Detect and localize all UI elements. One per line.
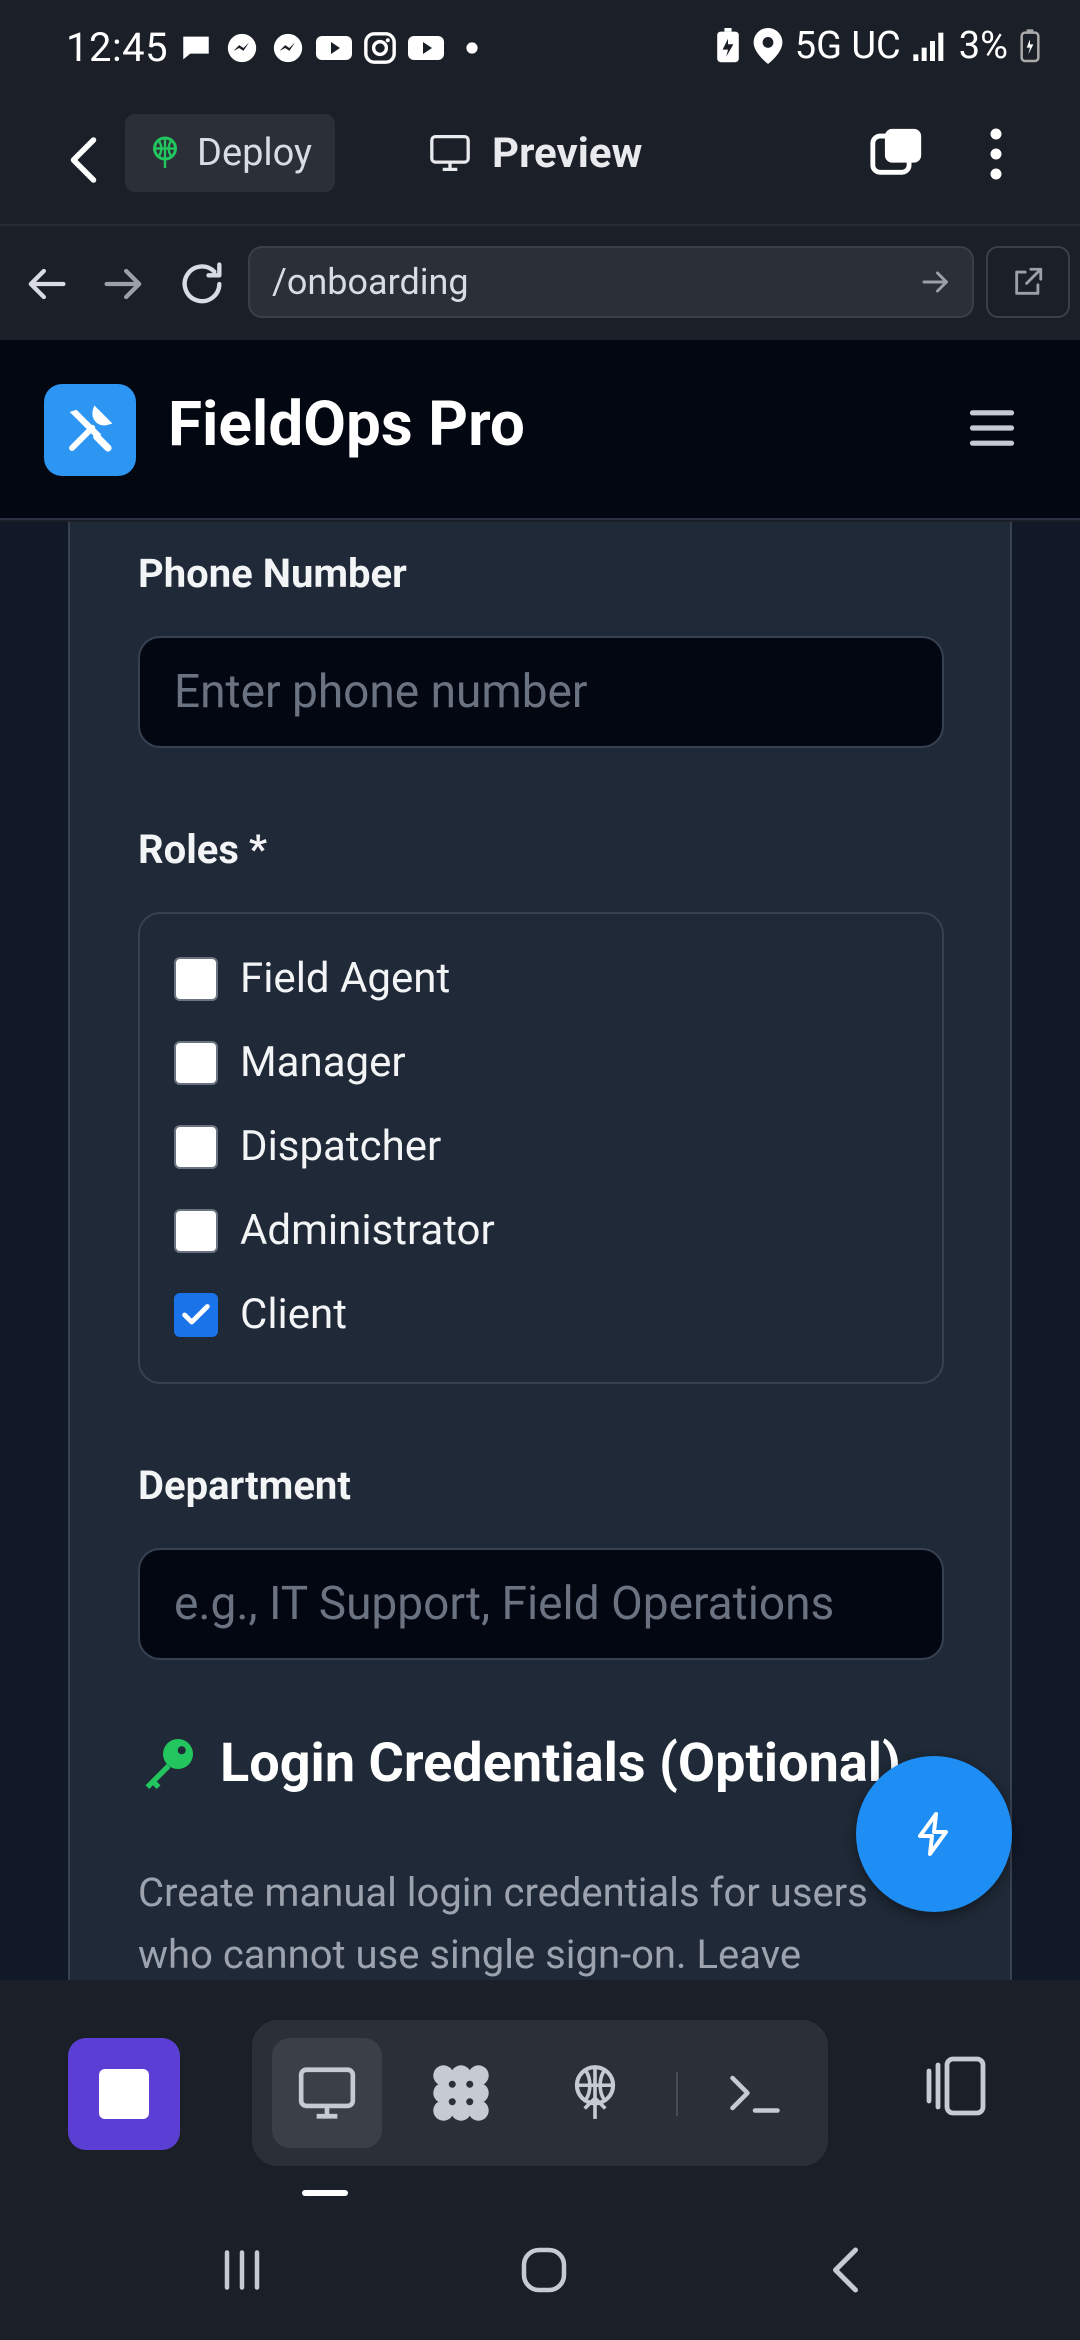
role-administrator[interactable]: Administrator bbox=[174, 1206, 495, 1255]
battery-percent: 3% bbox=[958, 24, 1008, 68]
system-back-icon[interactable] bbox=[818, 2240, 878, 2300]
key-icon bbox=[145, 1738, 193, 1789]
recent-apps-icon[interactable] bbox=[212, 2240, 272, 2300]
tabs-icon[interactable] bbox=[868, 124, 926, 182]
battery-icon bbox=[1020, 29, 1040, 63]
stop-button[interactable] bbox=[68, 2038, 180, 2150]
messenger-icon-2 bbox=[270, 30, 306, 66]
status-bar: 12:45 5G UC 3% bbox=[0, 0, 1080, 100]
deploy-icon bbox=[153, 136, 177, 168]
app-header: FieldOps Pro bbox=[0, 340, 1080, 520]
terminal-icon bbox=[730, 2075, 780, 2113]
checkbox[interactable] bbox=[174, 1124, 218, 1169]
app-title: FieldOps Pro bbox=[168, 388, 525, 461]
battery-saver-icon bbox=[716, 28, 739, 63]
onboarding-form-card: Phone Number Enter phone number Roles * … bbox=[68, 522, 1012, 1980]
quick-action-button[interactable] bbox=[856, 1756, 1012, 1912]
phone-input[interactable]: Enter phone number bbox=[138, 636, 944, 748]
deploy-icon bbox=[574, 2065, 616, 2119]
dock-apps-tab[interactable] bbox=[406, 2038, 516, 2148]
youtube-icon-2 bbox=[408, 30, 444, 66]
role-label: Client bbox=[240, 1290, 347, 1339]
location-icon bbox=[753, 28, 783, 64]
back-icon[interactable] bbox=[56, 130, 116, 190]
credentials-section-title: Login Credentials (Optional) bbox=[138, 1732, 901, 1795]
roles-label: Roles * bbox=[138, 826, 268, 873]
monitor-icon bbox=[298, 2067, 356, 2119]
url-input[interactable]: /onboarding bbox=[248, 246, 974, 318]
role-field-agent[interactable]: Field Agent bbox=[174, 954, 450, 1003]
roles-group: Field Agent Manager Dispatcher Administr… bbox=[138, 912, 944, 1384]
status-time: 12:45 bbox=[66, 24, 169, 71]
department-input[interactable]: e.g., IT Support, Field Operations bbox=[138, 1548, 944, 1660]
messenger-icon bbox=[224, 30, 260, 66]
checkbox-checked[interactable] bbox=[174, 1292, 218, 1337]
wrench-screwdriver-icon bbox=[44, 384, 136, 476]
lightning-icon bbox=[918, 1812, 948, 1856]
dock-separator bbox=[676, 2072, 678, 2116]
bottom-dock bbox=[0, 1980, 1080, 2196]
browser-url-bar: /onboarding bbox=[0, 224, 1080, 340]
checkbox[interactable] bbox=[174, 1040, 218, 1085]
go-arrow-icon[interactable] bbox=[918, 264, 954, 300]
checkbox[interactable] bbox=[174, 956, 218, 1001]
phone-label: Phone Number bbox=[138, 550, 407, 597]
app-toolbar: Deploy Preview bbox=[0, 100, 1080, 224]
deploy-label: Deploy bbox=[197, 131, 313, 175]
dock-terminal-tab[interactable] bbox=[700, 2038, 810, 2148]
checkmark-icon bbox=[182, 1303, 210, 1324]
network-label: 5G UC bbox=[794, 24, 901, 68]
credentials-description: Create manual login credentials for user… bbox=[138, 1869, 868, 1978]
dot-icon bbox=[454, 30, 490, 66]
reload-icon[interactable] bbox=[176, 258, 228, 310]
status-right: 5G UC 3% bbox=[715, 24, 1040, 68]
monitor-icon bbox=[430, 135, 470, 171]
signal-icon bbox=[913, 32, 944, 61]
more-options-icon[interactable] bbox=[976, 124, 1016, 184]
role-label: Field Agent bbox=[240, 954, 451, 1003]
url-text: /onboarding bbox=[272, 261, 469, 303]
instagram-icon bbox=[362, 30, 398, 66]
role-label: Administrator bbox=[240, 1206, 495, 1255]
preview-label: Preview bbox=[492, 128, 643, 178]
department-placeholder: e.g., IT Support, Field Operations bbox=[174, 1577, 835, 1631]
dock-tab-group bbox=[252, 2020, 828, 2166]
youtube-icon bbox=[316, 30, 352, 66]
chat-icon bbox=[178, 30, 214, 66]
role-label: Dispatcher bbox=[240, 1122, 442, 1171]
external-link-icon bbox=[1015, 267, 1043, 295]
browser-forward-icon[interactable] bbox=[98, 258, 150, 310]
role-dispatcher[interactable]: Dispatcher bbox=[174, 1122, 441, 1171]
department-label: Department bbox=[138, 1462, 351, 1509]
menu-icon[interactable] bbox=[966, 402, 1018, 454]
dock-preview-tab[interactable] bbox=[272, 2038, 382, 2148]
device-toggle-icon[interactable] bbox=[920, 2050, 992, 2122]
phone-placeholder: Enter phone number bbox=[174, 665, 588, 719]
home-icon[interactable] bbox=[514, 2240, 574, 2300]
deploy-button[interactable]: Deploy bbox=[125, 114, 335, 192]
system-nav-bar bbox=[0, 2196, 1080, 2340]
role-manager[interactable]: Manager bbox=[174, 1038, 406, 1087]
open-external-button[interactable] bbox=[986, 246, 1070, 318]
credentials-title: Login Credentials (Optional) bbox=[220, 1732, 901, 1795]
dock-deploy-tab[interactable] bbox=[540, 2038, 650, 2148]
notification-icons bbox=[178, 30, 490, 66]
preview-button[interactable]: Preview bbox=[428, 114, 642, 192]
browser-back-icon[interactable] bbox=[20, 258, 72, 310]
role-label: Manager bbox=[240, 1038, 406, 1087]
stop-icon bbox=[99, 2069, 149, 2119]
checkbox[interactable] bbox=[174, 1208, 218, 1253]
role-client[interactable]: Client bbox=[174, 1290, 347, 1339]
blocks-icon bbox=[433, 2065, 489, 2121]
